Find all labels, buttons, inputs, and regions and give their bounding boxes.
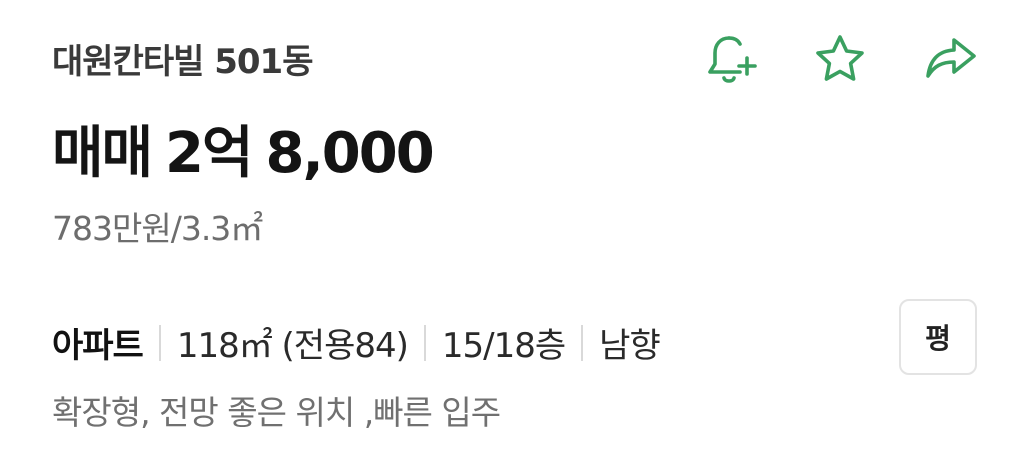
listing-description: 확장형, 전망 좋은 위치 ,빠른 입주 <box>52 393 501 432</box>
divider <box>581 324 584 361</box>
area: 118㎡ (전용84) <box>176 326 409 366</box>
bell-plus-icon <box>708 36 757 83</box>
spec-row: 아파트 118㎡ (전용84) 15/18층 남향 <box>52 318 661 367</box>
floor: 15/18층 <box>441 326 566 366</box>
direction: 남향 <box>599 326 661 366</box>
divider <box>423 324 426 361</box>
price-rest: 8,000 <box>265 121 435 186</box>
pyeong-toggle-label: 평 <box>925 322 951 355</box>
star-icon <box>816 35 864 81</box>
action-bar <box>700 30 980 90</box>
price-type: 매매 <box>52 121 153 186</box>
alert-add-button[interactable] <box>700 30 760 90</box>
pyeong-toggle-button[interactable]: 평 <box>899 299 977 375</box>
divider <box>158 324 161 361</box>
listing-price: 매매 2억 8,000 <box>52 108 435 189</box>
share-arrow-icon <box>926 38 976 78</box>
complex-name: 대원칸타빌 501동 <box>52 42 313 82</box>
share-button[interactable] <box>920 30 980 90</box>
property-type: 아파트 <box>52 326 144 366</box>
price-eok: 2억 <box>165 121 253 186</box>
favorite-button[interactable] <box>810 30 870 90</box>
unit-price: 783만원/3.3㎡ <box>52 209 263 248</box>
